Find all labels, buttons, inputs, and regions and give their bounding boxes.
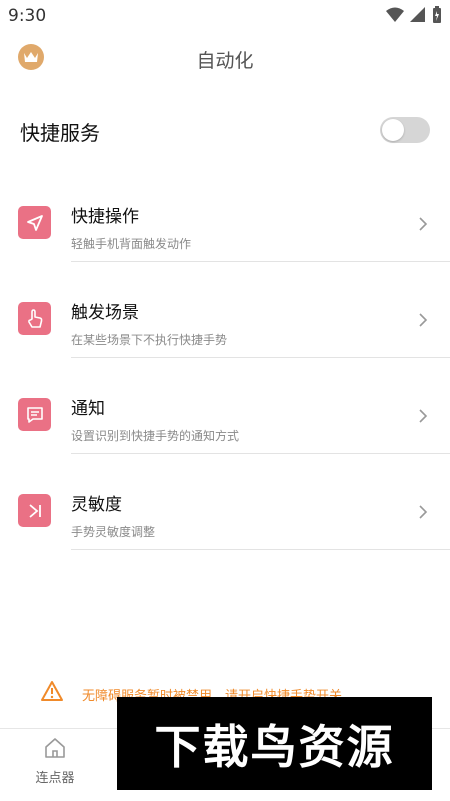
toggle-knob [382,119,404,141]
menu-subtitle: 设置识别到快捷手势的通知方式 [71,429,240,443]
divider [71,261,450,262]
send-icon [18,206,51,239]
menu-item-trigger-scene[interactable]: 触发场景 在某些场景下不执行快捷手势 [0,286,450,358]
status-icons [386,6,442,24]
hand-tap-icon [18,302,51,335]
menu-item-notification[interactable]: 通知 设置识别到快捷手势的通知方式 [0,382,450,454]
chevron-right-icon [419,409,428,423]
battery-icon [433,6,441,23]
quick-service-label: 快捷服务 [20,121,100,145]
quick-service-toggle[interactable] [380,117,430,143]
warning-icon [41,681,63,701]
divider [71,453,450,454]
app-bar: 自动化 [0,34,450,84]
menu-title: 通知 [71,399,105,419]
menu-subtitle: 轻触手机背面触发动作 [71,237,192,251]
chevron-right-icon [419,217,428,231]
nav-label: 连点器 [35,771,75,786]
wifi-icon [386,7,404,22]
skip-next-icon [18,494,51,527]
watermark: 下载鸟资源 [117,697,432,790]
nav-item-clicker[interactable]: 连点器 [20,737,90,786]
chevron-right-icon [419,505,428,519]
menu-item-sensitivity[interactable]: 灵敏度 手势灵敏度调整 [0,478,450,550]
status-bar: 9:30 [0,0,450,34]
menu-title: 快捷操作 [71,207,139,227]
menu-title: 触发场景 [71,303,139,323]
chevron-right-icon [419,313,428,327]
divider [71,549,450,550]
message-icon [18,398,51,431]
menu-item-quick-action[interactable]: 快捷操作 轻触手机背面触发动作 [0,190,450,262]
signal-icon [410,7,425,22]
menu-subtitle: 手势灵敏度调整 [71,525,156,539]
menu-title: 灵敏度 [71,495,122,515]
status-time: 9:30 [8,6,47,26]
quick-service-row: 快捷服务 [0,105,450,155]
page-title: 自动化 [196,50,254,72]
watermark-text: 下载鸟资源 [154,719,395,774]
home-icon [45,738,65,758]
divider [71,357,450,358]
menu-subtitle: 在某些场景下不执行快捷手势 [71,333,228,347]
